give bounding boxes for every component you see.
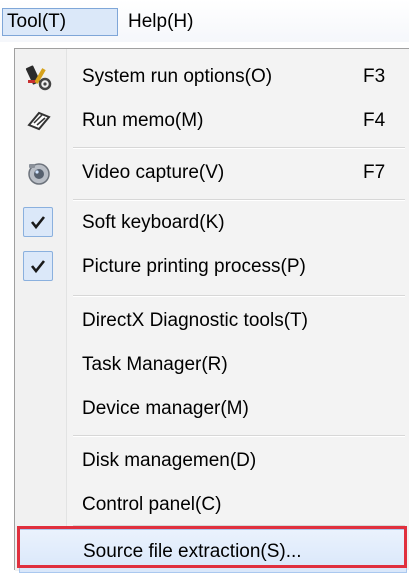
menu-item-disk-management[interactable]: Disk managemen(D) xyxy=(15,439,408,483)
menu-item-label: Disk managemen(D) xyxy=(82,450,257,471)
menu-item-task-manager[interactable]: Task Manager(R) xyxy=(15,343,408,387)
menu-item-label: DirectX Diagnostic tools(T) xyxy=(82,310,308,331)
menu-item-source-file-extraction[interactable]: Source file extraction(S)... xyxy=(19,529,407,573)
menu-item-shortcut: F4 xyxy=(363,110,386,131)
menu-item-picture-printing-process[interactable]: Picture printing process(P) xyxy=(15,245,408,289)
menu-item-label: Run memo(M) xyxy=(82,110,204,131)
menu-help[interactable]: Help(H) xyxy=(124,8,197,36)
menu-item-label: Task Manager(R) xyxy=(82,354,228,375)
menu-separator xyxy=(73,147,405,149)
camera-icon xyxy=(25,159,53,187)
menu-item-device-manager[interactable]: Device manager(M) xyxy=(15,387,408,431)
menu-item-directx-diagnostic-tools[interactable]: DirectX Diagnostic tools(T) xyxy=(15,299,408,343)
menu-separator xyxy=(73,295,405,297)
menu-item-label: Control panel(C) xyxy=(82,494,222,515)
menu-item-label: Source file extraction(S)... xyxy=(83,541,302,562)
menu-tool[interactable]: Tool(T) xyxy=(2,8,118,36)
menu-item-label: Device manager(M) xyxy=(82,398,249,419)
menu-item-shortcut: F3 xyxy=(363,66,386,87)
checkmark-icon xyxy=(23,251,53,281)
menu-item-label: System run options(O) xyxy=(82,66,273,87)
menu-item-shortcut: F7 xyxy=(363,162,386,183)
memo-pen-icon xyxy=(25,107,53,135)
settings-tools-icon xyxy=(25,63,53,91)
tool-dropdown-menu: System run options(O) F3 Run memo(M) F4 … xyxy=(14,48,409,573)
menu-item-label: Soft keyboard(K) xyxy=(82,212,225,233)
menu-separator xyxy=(73,525,405,527)
menu-item-label: Video capture(V) xyxy=(82,162,225,183)
menu-item-system-run-options[interactable]: System run options(O) F3 xyxy=(15,55,408,99)
checkmark-icon xyxy=(23,207,53,237)
menu-item-soft-keyboard[interactable]: Soft keyboard(K) xyxy=(15,201,408,245)
menu-item-label: Picture printing process(P) xyxy=(82,256,306,277)
menu-bar: Tool(T) Help(H) xyxy=(0,0,409,42)
menu-separator xyxy=(73,435,405,437)
menu-item-control-panel[interactable]: Control panel(C) xyxy=(15,483,408,527)
menu-item-run-memo[interactable]: Run memo(M) F4 xyxy=(15,99,408,143)
menu-item-video-capture[interactable]: Video capture(V) F7 xyxy=(15,151,408,195)
